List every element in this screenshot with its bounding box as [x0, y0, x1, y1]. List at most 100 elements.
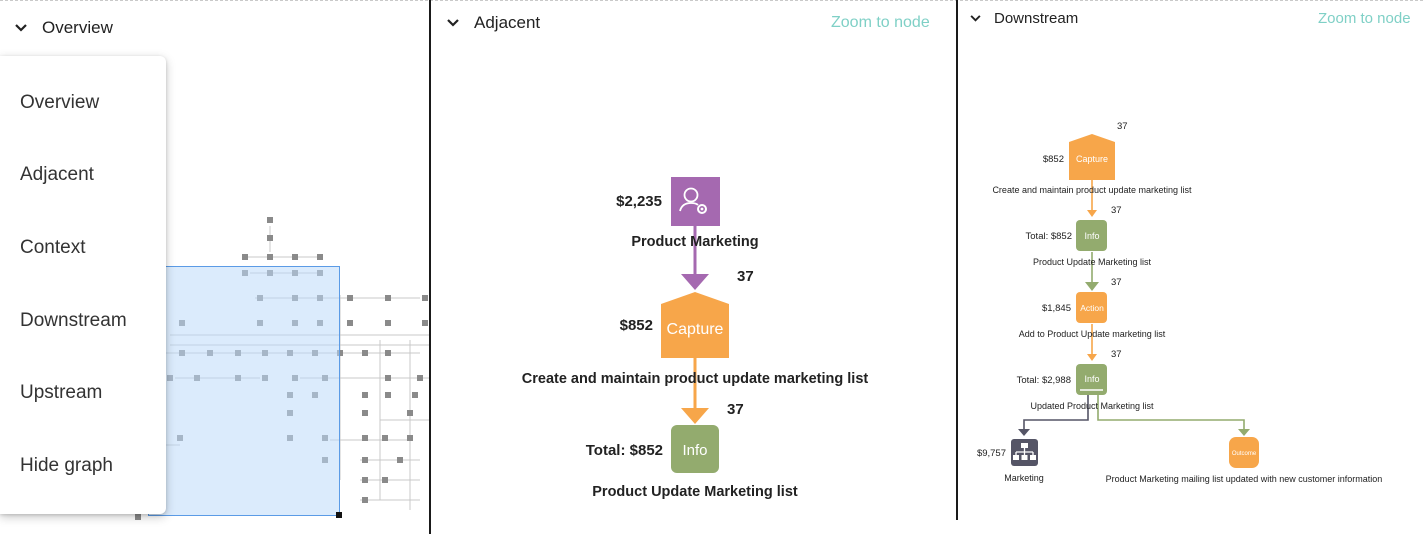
minimap-node — [267, 235, 273, 241]
minimap-node — [347, 295, 353, 301]
minimap-node — [417, 375, 423, 381]
minimap-node — [347, 320, 353, 326]
node-badge: Capture — [667, 321, 724, 338]
node-label: Product Marketing — [631, 234, 758, 250]
node-label: Create and maintain product update marke… — [992, 185, 1192, 195]
node-label: Product Update Marketing list — [1033, 257, 1152, 267]
node-label: Product Marketing mailing list updated w… — [1106, 474, 1383, 484]
minimap-node — [317, 254, 323, 260]
node-capture[interactable]: Capture — [661, 292, 729, 358]
minimap-node — [382, 477, 388, 483]
minimap-node — [362, 497, 368, 503]
downstream-title: Downstream — [994, 10, 1079, 27]
node-value: Total: $2,988 — [1017, 375, 1071, 386]
node-info[interactable]: Info — [671, 425, 719, 473]
node-label: Product Update Marketing list — [592, 484, 798, 500]
minimap-node — [382, 435, 388, 441]
adjacent-title: Adjacent — [474, 13, 541, 32]
node-badge: Action — [1080, 303, 1104, 313]
minimap-node — [385, 392, 391, 398]
node-info[interactable]: Info — [1076, 364, 1107, 395]
arrowhead — [1085, 282, 1099, 291]
node-value: Total: $852 — [1026, 231, 1072, 242]
downstream-dropdown-toggle[interactable]: Downstream — [968, 10, 1078, 27]
menu-item-adjacent[interactable]: Adjacent — [20, 164, 94, 186]
node-info[interactable]: Info — [1076, 220, 1107, 251]
minimap-node — [422, 295, 428, 301]
minimap-node — [407, 410, 413, 416]
arrowhead — [1087, 210, 1097, 217]
node-value: Total: $852 — [586, 442, 663, 459]
node-badge: Info — [682, 442, 707, 459]
node-product-marketing[interactable] — [671, 177, 720, 226]
menu-item-context[interactable]: Context — [20, 237, 85, 259]
top-dashed-border — [0, 0, 1423, 2]
minimap-node — [362, 350, 368, 356]
edge-count: 37 — [1111, 349, 1122, 360]
minimap-node — [385, 295, 391, 301]
minimap-node — [362, 477, 368, 483]
arrowhead — [1087, 354, 1097, 361]
node-label: Marketing — [1004, 473, 1044, 483]
minimap-node — [385, 320, 391, 326]
zoom-to-node-link[interactable]: Zoom to node — [1318, 10, 1411, 27]
node-outcome[interactable]: Outcome — [1229, 437, 1259, 468]
minimap-node — [135, 514, 141, 520]
minimap-node — [385, 350, 391, 356]
adjacent-dropdown-toggle[interactable]: Adjacent — [446, 13, 540, 33]
minimap-node — [385, 375, 391, 381]
overview-title: Overview — [42, 18, 113, 37]
menu-item-hide-graph[interactable]: Hide graph — [20, 455, 113, 477]
node-marketing[interactable] — [1011, 439, 1038, 466]
node-value: $852 — [620, 317, 653, 334]
edge — [1097, 394, 1245, 433]
zoom-to-node-link[interactable]: Zoom to node — [831, 14, 930, 32]
minimap-node — [362, 435, 368, 441]
minimap-node — [267, 217, 273, 223]
node-badge: Info — [1084, 374, 1099, 384]
downstream-graph: 37 Capture $852 Create and maintain prod… — [977, 121, 1383, 484]
menu-item-downstream[interactable]: Downstream — [20, 310, 127, 332]
view-mode-menu: Overview Adjacent Context Downstream Ups… — [0, 56, 166, 514]
minimap-node — [362, 392, 368, 398]
arrowhead — [1018, 429, 1030, 436]
chevron-down-icon — [14, 21, 28, 35]
minimap-node — [397, 457, 403, 463]
node-value: $1,845 — [1042, 303, 1071, 314]
node-label: Add to Product Update marketing list — [1019, 329, 1166, 339]
node-badge: Outcome — [1232, 451, 1257, 457]
chevron-down-icon — [968, 12, 982, 26]
minimap-node — [362, 457, 368, 463]
edge-count: 37 — [1117, 121, 1128, 132]
minimap-node — [407, 435, 413, 441]
minimap-node — [292, 254, 298, 260]
edge-count: 37 — [1111, 277, 1122, 288]
panel-divider — [429, 0, 431, 534]
minimap-node — [242, 254, 248, 260]
arrowhead — [681, 408, 709, 424]
minimap-viewport[interactable] — [148, 266, 342, 518]
edge — [1023, 394, 1089, 433]
edge-count: 37 — [727, 401, 744, 418]
arrowhead — [1238, 429, 1250, 436]
edge-count: 37 — [1111, 205, 1122, 216]
node-value: $852 — [1043, 154, 1064, 165]
menu-item-upstream[interactable]: Upstream — [20, 382, 102, 404]
overview-dropdown-toggle[interactable]: Overview — [14, 18, 113, 38]
menu-item-overview[interactable]: Overview — [20, 92, 99, 114]
node-badge: Info — [1084, 231, 1099, 241]
minimap-node — [267, 254, 273, 260]
node-box[interactable] — [671, 177, 720, 226]
minimap-node — [412, 392, 418, 398]
node-label: Updated Product Marketing list — [1030, 401, 1154, 411]
node-action[interactable]: Action — [1076, 292, 1107, 323]
node-capture[interactable]: Capture — [1069, 134, 1115, 180]
minimap-node — [422, 320, 428, 326]
arrowhead — [681, 274, 709, 290]
edge-count: 37 — [737, 268, 754, 285]
node-label: Create and maintain product update marke… — [522, 371, 869, 387]
node-value: $2,235 — [616, 193, 662, 210]
viewport-resize-handle[interactable] — [336, 512, 342, 518]
adjacent-graph: $2,235 Product Marketing 37 Capture $852… — [522, 177, 869, 500]
chevron-down-icon — [446, 16, 460, 30]
